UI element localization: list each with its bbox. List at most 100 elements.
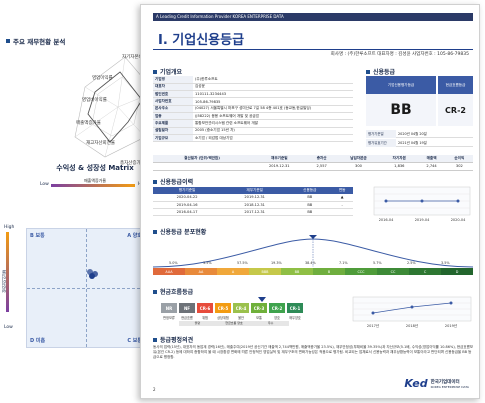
overview-row: 기업명 (주)한루소프트 bbox=[153, 76, 353, 84]
overview-value: 소기업 / 외감법 대상기업 bbox=[193, 134, 353, 143]
cash-grade-step-description: 불안 bbox=[238, 316, 244, 320]
cash-grade-step-description: 위험 bbox=[202, 316, 208, 320]
matrix-y-axis-title: 영업이익률 bbox=[2, 270, 7, 293]
credit-grade-header: 기업신용평가등급 bbox=[366, 76, 436, 94]
history-heading: 신용등급이력 bbox=[153, 177, 193, 186]
radar-series-line bbox=[87, 71, 143, 143]
report-top-banner: A Leading Credit Information Provider KO… bbox=[153, 13, 473, 21]
overview-value: 105-86-79835 bbox=[193, 97, 353, 106]
overview-row: 법인번호 110111-3234443 bbox=[153, 90, 353, 99]
company-overview-table: 기업명 (주)한루소프트 대표자 김성윤 법인번호 110111-3234443 사업자번호… bbox=[153, 76, 353, 143]
history-x-label: 2016-04 bbox=[379, 218, 394, 222]
cashflow-title-text: 현금흐름등급 bbox=[160, 289, 194, 296]
history-cell: ▲ bbox=[331, 194, 353, 202]
cash-grade-header: 현금흐름등급 bbox=[438, 76, 473, 94]
grade-title-text: 신용등급 bbox=[373, 69, 396, 76]
matrix-company-point bbox=[87, 269, 93, 275]
flow-x-label: 2018년 bbox=[406, 323, 418, 328]
history-row: 2016-04-17 2017.12.31 BB bbox=[153, 208, 353, 216]
overview-value: 110111-3234443 bbox=[193, 90, 353, 99]
grade-validity-label: 평가유효기간 bbox=[366, 139, 396, 147]
grade-panel: 기업신용평가등급 현금흐름등급 BB CR-2 평가기준일 2020년 04월 … bbox=[366, 76, 473, 156]
financial-header-cell: 재무기준일 bbox=[251, 155, 308, 163]
financial-cell: 2,744 bbox=[417, 162, 446, 171]
cash-grade-step-description: 현금흐름 bbox=[181, 316, 193, 320]
radar-label: 재고자산회전율 bbox=[86, 141, 115, 146]
history-cell: BB bbox=[288, 208, 332, 216]
overview-row: 본사주소 (04027) 서울특별시 마포구 성미산로 7길 58 4층 401호… bbox=[153, 105, 353, 114]
brand-subtitle: KOREA ENTERPRISE DATA bbox=[430, 384, 469, 389]
distribution-grade-segment: AAA bbox=[153, 268, 185, 275]
scale-bar-label: 불량 bbox=[194, 321, 201, 325]
y-high-label: High bbox=[4, 225, 15, 230]
distribution-grade-segment: C bbox=[409, 268, 441, 275]
flow-point bbox=[449, 301, 453, 305]
cash-grade-step: CR-5 bbox=[215, 303, 231, 313]
grade-date-row: 평가기준일 2020년 04월 20일 bbox=[366, 130, 473, 138]
radar-label: 매출액증가율 bbox=[76, 121, 101, 126]
grade-history-chart: 2016-04 2019-04 2020-04 bbox=[366, 185, 473, 225]
history-cell: 2018.12.31 bbox=[221, 201, 289, 209]
financial-cell: 302 bbox=[445, 162, 473, 171]
financial-header-cell: 순이익 bbox=[445, 155, 473, 163]
distribution-percentage: 3.5% bbox=[441, 261, 450, 265]
section-bullet-icon bbox=[153, 69, 157, 74]
cash-grade-step-description: 보통 bbox=[256, 316, 262, 320]
cash-grade-step: CR-1 bbox=[287, 303, 303, 313]
overview-key: 사업자번호 bbox=[153, 97, 193, 106]
cash-grade-step: CR-3 bbox=[251, 303, 267, 313]
history-point bbox=[456, 199, 460, 203]
matrix-plot: B 보통 A 양호 D 미흡 C 보통 bbox=[26, 228, 146, 348]
history-row: 2019-04-16 2018.12.31 BB - bbox=[153, 201, 353, 209]
history-point bbox=[384, 199, 388, 203]
cash-grade-step: NF bbox=[179, 303, 195, 313]
cash-grade-step-description: 판정보류 bbox=[163, 316, 175, 320]
brand-logo: Ked bbox=[404, 377, 428, 390]
cashflow-heading: 현금흐름등급 bbox=[153, 287, 193, 296]
scale-bar-label: 우수 bbox=[267, 321, 274, 325]
distribution-grade-segment: BBB bbox=[249, 268, 281, 275]
overview-row: 주요제품 통합보안관리시스템 관련 소프트웨어 개발 bbox=[153, 119, 353, 128]
y-low-label: Low bbox=[4, 325, 13, 330]
history-cell: BB bbox=[288, 201, 332, 209]
overview-key: 업종 bbox=[153, 112, 193, 121]
history-cell: - bbox=[331, 201, 353, 209]
overview-key: 본사주소 bbox=[153, 105, 193, 114]
grade-date-label: 평가기준일 bbox=[366, 130, 396, 138]
history-chart-svg: 2016-04 2019-04 2020-04 bbox=[373, 186, 471, 222]
financial-header-cell: 납입자본금 bbox=[335, 155, 382, 163]
opinion-paragraph: 동사의 업력(15년), 대표자의 동업계 경력(16년), 매출주여(2019… bbox=[153, 345, 474, 360]
flow-point bbox=[371, 311, 375, 315]
distribution-grade-segment: D bbox=[441, 268, 473, 275]
cash-grade-step: CR-2 bbox=[269, 303, 285, 313]
matrix-title: 수익성 & 성장성 Matrix bbox=[56, 164, 134, 172]
report-title: I. 기업신용등급 bbox=[158, 33, 245, 48]
distribution-marker-icon bbox=[309, 235, 317, 239]
distribution-grade-segment: B bbox=[313, 268, 345, 275]
overview-value: 통합보안관리시스템 관련 소프트웨어 개발 bbox=[193, 119, 353, 128]
overview-key: 기업명 bbox=[153, 76, 193, 84]
brand-name-block: 한국기업데이터 KOREA ENTERPRISE DATA bbox=[431, 379, 469, 389]
radar-axis bbox=[117, 56, 126, 108]
distribution-percentage: 5.0% bbox=[169, 261, 178, 265]
quadrant-d-label: D 미흡 bbox=[30, 338, 46, 344]
overview-row: 기업규모 소기업 / 외감법 대상기업 bbox=[153, 134, 353, 143]
x-low-label: Low bbox=[40, 182, 49, 187]
history-cell: BB bbox=[288, 194, 332, 202]
financial-header-cell: 자기자본 bbox=[381, 155, 418, 163]
history-header-cell: 평가기준일 bbox=[153, 187, 222, 194]
distribution-grade-segment: BB bbox=[281, 268, 313, 275]
title-underline bbox=[153, 49, 473, 50]
financial-section-title: 주요 재무현황 분석 bbox=[6, 36, 65, 46]
history-cell: 2019-04-16 bbox=[153, 201, 222, 209]
overview-row: 대표자 김성윤 bbox=[153, 83, 353, 92]
distribution-percentage: 7.1% bbox=[339, 261, 348, 265]
page-number: 2 bbox=[153, 387, 156, 392]
history-cell: 2019.12.31 bbox=[221, 194, 289, 202]
financial-header-cell: 매출액 bbox=[417, 155, 446, 163]
distribution-percentage: 3.5% bbox=[203, 261, 212, 265]
flow-chart-svg: 2017년 2018년 2019년 bbox=[352, 296, 472, 328]
overview-key: 기업규모 bbox=[153, 134, 193, 143]
overview-row: 사업자번호 105-86-79835 bbox=[153, 97, 353, 106]
overview-row: 설립일자 2005 (중소기업 15년 차) bbox=[153, 127, 353, 135]
